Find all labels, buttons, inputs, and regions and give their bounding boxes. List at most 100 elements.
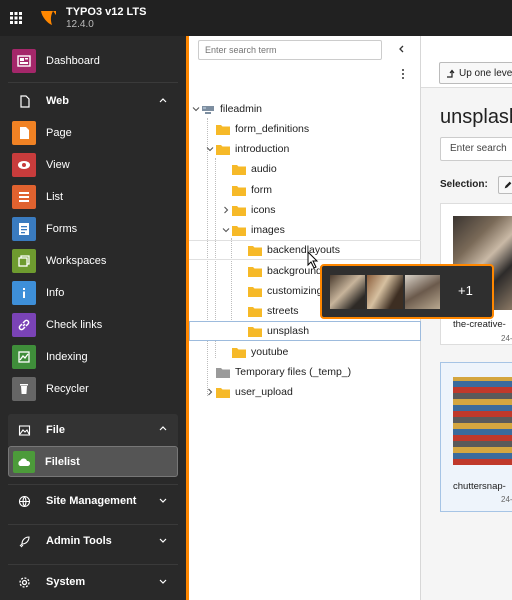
app-title: TYPO3 v12 LTS — [66, 6, 147, 18]
tree-node-audio[interactable]: audio — [189, 159, 421, 179]
image-icon — [16, 424, 32, 437]
tree-node-label: introduction — [235, 143, 290, 155]
module-dashboard[interactable]: Dashboard — [8, 46, 178, 76]
module-label: List — [46, 191, 64, 203]
more-options-icon[interactable] — [401, 68, 405, 80]
cloud-icon — [13, 450, 35, 473]
link-icon — [12, 313, 36, 337]
drag-preview-tooltip: +1 — [320, 264, 494, 319]
module-indexing[interactable]: Indexing — [8, 342, 178, 372]
tree-node-fileadmin[interactable]: fileadmin — [189, 99, 421, 119]
chevron-down-icon[interactable] — [192, 105, 200, 113]
up-one-level-button[interactable]: Up one level — [439, 62, 512, 84]
file-thumbnail — [453, 377, 512, 465]
group-system[interactable]: System — [8, 567, 178, 597]
module-forms[interactable]: Forms — [8, 214, 178, 244]
chevron-up-icon — [159, 98, 167, 103]
tree-node-temp[interactable]: Temporary files (_temp_) — [189, 362, 421, 382]
info-icon — [12, 281, 36, 305]
folder-icon — [248, 306, 262, 317]
chart-icon — [12, 345, 36, 369]
file-card-selected[interactable]: chuttersnap- 24- — [440, 362, 512, 512]
tree-node-images[interactable]: images — [189, 220, 421, 240]
group-web[interactable]: Web — [8, 86, 178, 116]
drag-thumbnail — [367, 275, 403, 309]
tree-node-introduction[interactable]: introduction — [189, 139, 421, 159]
module-list[interactable]: List — [8, 182, 178, 212]
tree-node-youtube[interactable]: youtube — [189, 342, 421, 362]
module-label: Info — [46, 287, 65, 299]
typo3-logo-icon[interactable] — [38, 8, 58, 28]
collapse-tree-icon[interactable] — [397, 44, 407, 54]
workspaces-icon — [12, 249, 36, 273]
tree-node-label: icons — [251, 204, 276, 216]
tree-node-label: youtube — [251, 346, 289, 358]
module-label: Indexing — [46, 351, 88, 363]
module-label: Filelist — [45, 455, 80, 468]
pencil-icon — [504, 181, 512, 189]
dashboard-icon — [12, 49, 36, 73]
globe-icon — [16, 495, 32, 508]
topbar: TYPO3 v12 LTS 12.4.0 — [0, 0, 512, 36]
module-label: Workspaces — [46, 255, 107, 267]
folder-icon — [216, 387, 230, 398]
selection-toggle-button[interactable] — [498, 176, 512, 194]
chevron-down-icon[interactable] — [222, 226, 230, 234]
file-name: chuttersnap- — [453, 481, 506, 492]
group-label: File — [46, 424, 65, 436]
chevron-up-icon — [159, 426, 167, 431]
chevron-down-icon — [159, 579, 167, 584]
level-up-icon — [447, 69, 455, 78]
folder-icon — [248, 266, 262, 277]
tree-node-icons[interactable]: icons — [189, 200, 421, 220]
module-check-links[interactable]: Check links — [8, 310, 178, 340]
tree-node-form[interactable]: form — [189, 180, 421, 200]
folder-icon — [248, 326, 262, 337]
folder-icon — [216, 367, 230, 378]
tree-node-label: form — [251, 184, 272, 196]
file-date: 24- — [501, 334, 512, 343]
group-admin-tools[interactable]: Admin Tools — [8, 526, 178, 556]
module-info[interactable]: Info — [8, 278, 178, 308]
divider — [8, 564, 178, 565]
page-title: unsplash — [440, 106, 512, 128]
chevron-right-icon[interactable] — [206, 388, 214, 396]
chevron-down-icon — [159, 538, 167, 543]
folder-icon — [232, 225, 246, 236]
folder-icon — [216, 124, 230, 135]
module-recycler[interactable]: Recycler — [8, 374, 178, 404]
page-icon — [12, 121, 36, 145]
chevron-right-icon[interactable] — [222, 206, 230, 214]
tree-node-label: unsplash — [267, 325, 310, 337]
tree-node-label: Temporary files (_temp_) — [235, 366, 352, 378]
module-label: Forms — [46, 223, 78, 235]
folder-icon — [216, 144, 230, 155]
group-file[interactable]: File — [8, 414, 178, 446]
tree-node-form-definitions[interactable]: form_definitions — [189, 119, 421, 139]
trash-icon — [12, 377, 36, 401]
module-filelist[interactable]: Filelist — [8, 446, 178, 477]
tree-node-user-upload[interactable]: user_upload — [189, 382, 421, 402]
group-site-management[interactable]: Site Management — [8, 486, 178, 516]
tree-node-backendlayouts[interactable]: backendlayouts — [189, 240, 421, 260]
tree-node-unsplash[interactable]: unsplash — [189, 321, 421, 341]
drag-thumbnails — [330, 275, 440, 309]
gear-icon — [16, 576, 32, 589]
form-icon — [12, 217, 36, 241]
mouse-cursor-icon — [307, 251, 319, 269]
tree-node-label: customizing — [267, 285, 323, 297]
tree-search-input[interactable] — [198, 40, 382, 60]
drag-count: +1 — [458, 283, 473, 298]
storage-icon — [202, 105, 214, 114]
module-grid-icon[interactable] — [0, 0, 32, 36]
module-view[interactable]: View — [8, 150, 178, 180]
module-workspaces[interactable]: Workspaces — [8, 246, 178, 276]
group-label: Site Management — [46, 495, 137, 507]
content-search-input[interactable]: Enter search — [440, 137, 512, 161]
tree-node-label: streets — [267, 305, 299, 317]
chevron-down-icon[interactable] — [206, 145, 214, 153]
divider — [8, 484, 178, 485]
module-page[interactable]: Page — [8, 118, 178, 148]
selection-label: Selection: — [440, 179, 488, 190]
file-name: the-creative- — [453, 319, 506, 330]
